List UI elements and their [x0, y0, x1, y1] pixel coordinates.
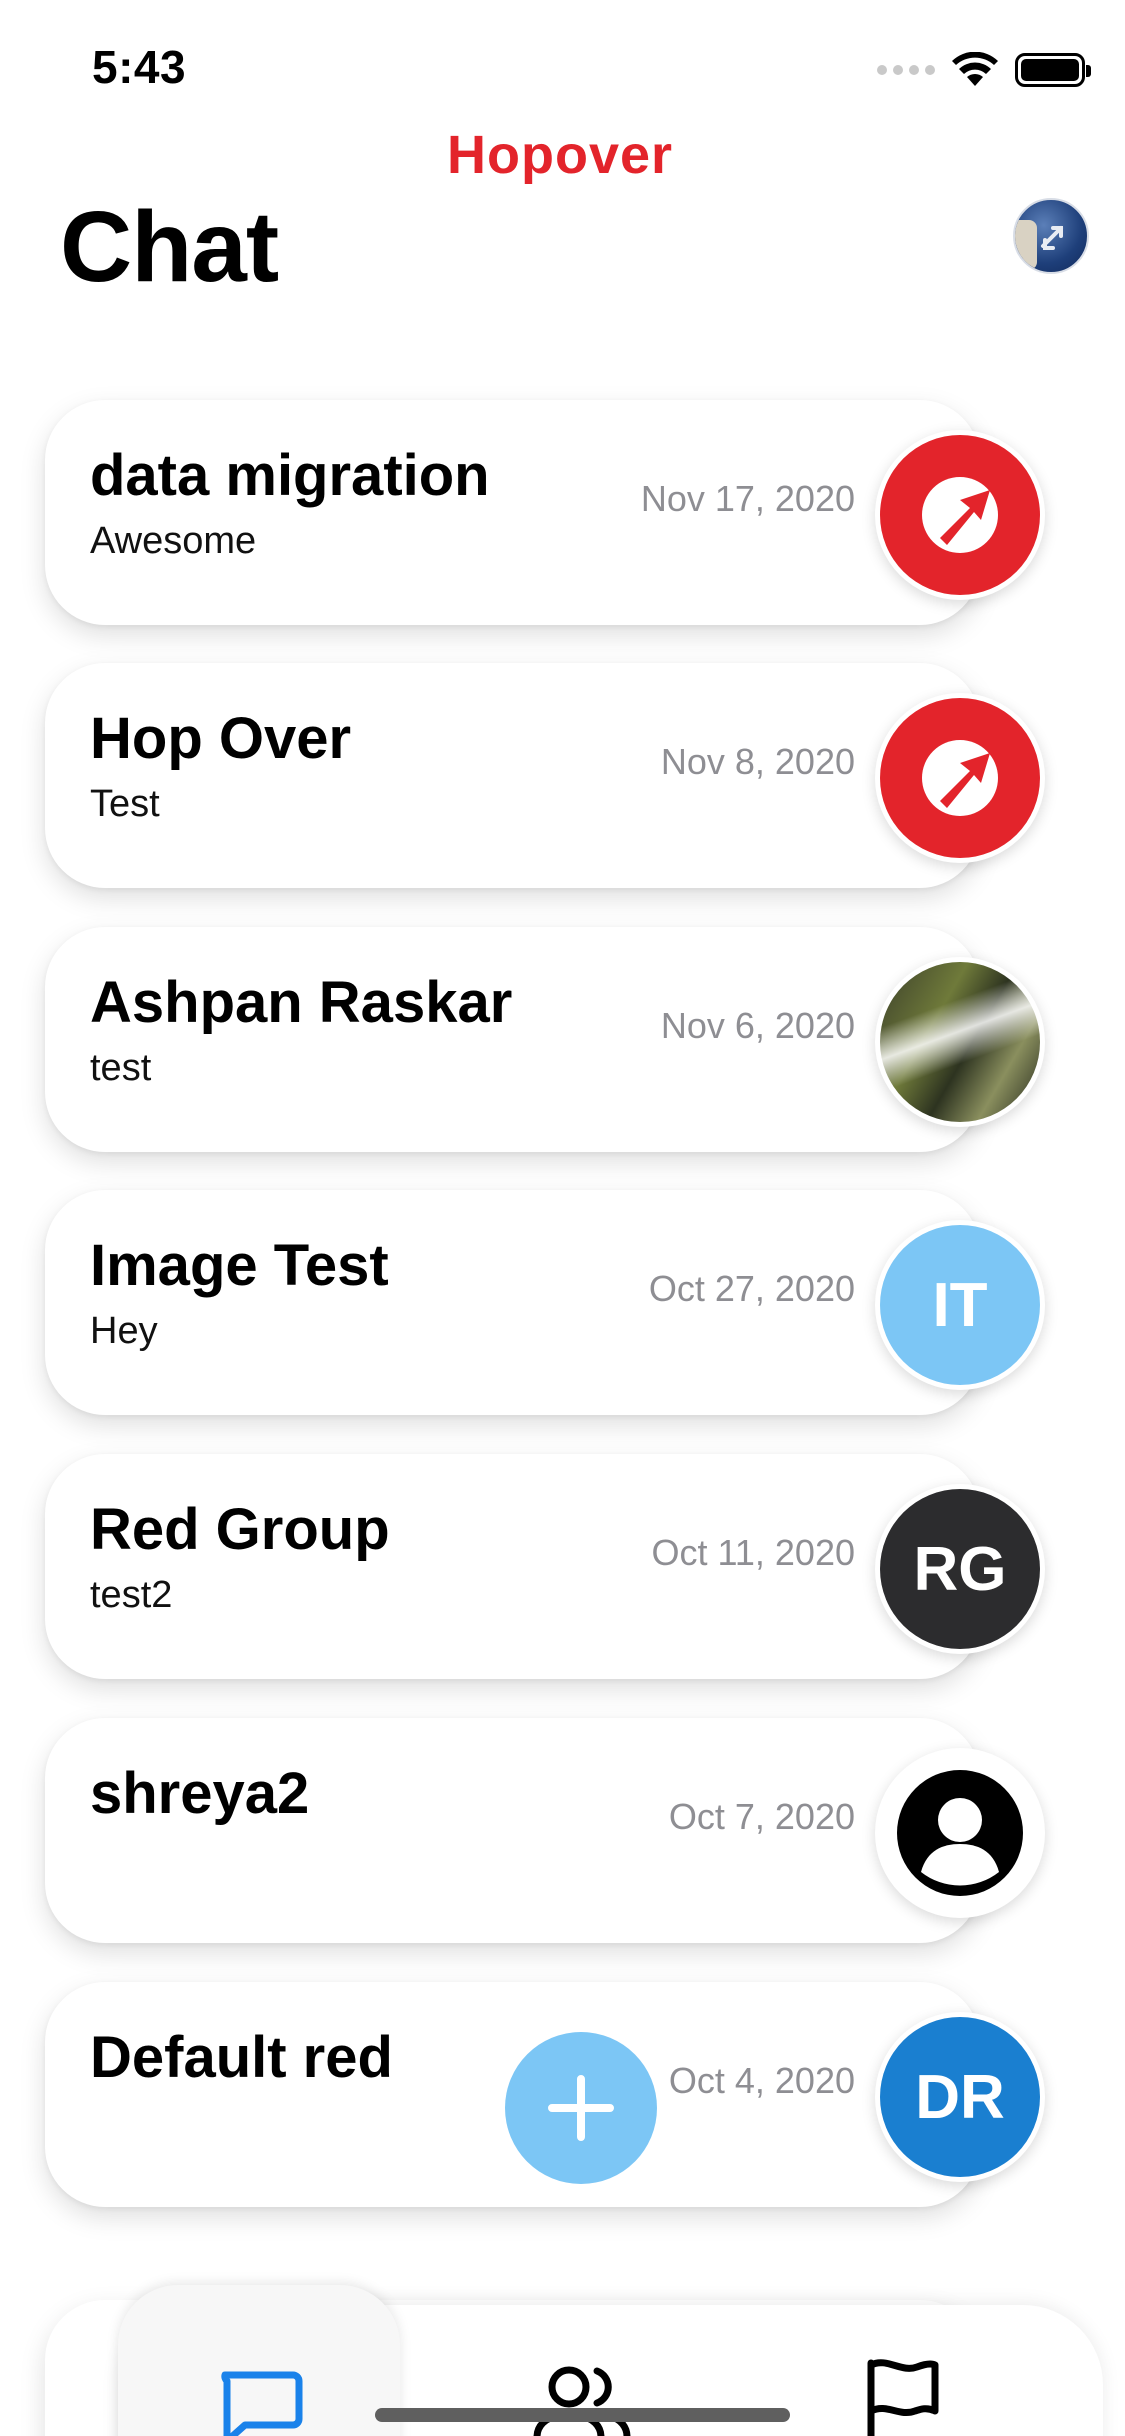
chat-avatar[interactable]: IT — [875, 1220, 1045, 1390]
chat-title: Red Group — [90, 1497, 390, 1562]
profile-avatar[interactable] — [1013, 198, 1089, 274]
chat-date: Oct 7, 2020 — [668, 1796, 855, 1837]
chat-row[interactable]: data migration Awesome Nov 17, 2020 — [45, 400, 1045, 625]
hopover-logo: Hopover — [447, 124, 673, 186]
chat-title: data migration — [90, 443, 490, 508]
chat-preview: Awesome — [90, 520, 257, 562]
chat-row[interactable]: Red Group test2 Oct 11, 2020 RG — [45, 1454, 1045, 1679]
tab-people[interactable] — [522, 2350, 642, 2436]
chat-title: Ashpan Raskar — [90, 970, 513, 1035]
chat-avatar[interactable] — [875, 693, 1045, 863]
avatar-initials: IT — [880, 1225, 1040, 1385]
plus-icon — [548, 2075, 614, 2141]
wifi-icon — [952, 52, 998, 86]
tab-chats[interactable] — [199, 2350, 319, 2436]
chat-row[interactable]: Image Test Hey Oct 27, 2020 IT — [45, 1190, 1045, 1415]
chat-row[interactable]: shreya2 Oct 7, 2020 — [45, 1718, 1045, 1943]
chat-avatar[interactable] — [875, 430, 1045, 600]
chat-avatar[interactable]: RG — [875, 1484, 1045, 1654]
users-icon — [533, 2366, 631, 2436]
battery-icon — [1015, 53, 1091, 87]
chat-card[interactable]: shreya2 Oct 7, 2020 — [45, 1718, 980, 1943]
flag-icon — [867, 2359, 939, 2436]
status-icons — [877, 50, 1091, 90]
chat-screen: 5:43 Hopover Chat data migration Awesome… — [0, 0, 1125, 2436]
status-time: 5:43 — [92, 41, 187, 93]
chat-title: shreya2 — [90, 1761, 310, 1826]
chat-preview: Test — [90, 783, 160, 825]
chat-title: Image Test — [90, 1233, 389, 1298]
chat-preview: Hey — [90, 1310, 158, 1352]
chat-title: Hop Over — [90, 706, 352, 771]
waterfall-photo — [880, 962, 1040, 1122]
hopover-logo-icon — [922, 477, 998, 553]
avatar-initials: DR — [880, 2017, 1040, 2177]
chat-row[interactable]: Ashpan Raskar test Nov 6, 2020 — [45, 927, 1045, 1152]
profile-image-icon — [1041, 226, 1063, 250]
chat-card[interactable]: data migration Awesome Nov 17, 2020 — [45, 400, 980, 625]
tab-reports[interactable] — [842, 2350, 962, 2436]
chat-card[interactable]: Ashpan Raskar test Nov 6, 2020 — [45, 927, 980, 1152]
chat-bubble-icon — [221, 2371, 303, 2436]
page-title: Chat — [60, 191, 279, 303]
person-icon — [897, 1770, 1023, 1896]
avatar-initials: RG — [880, 1489, 1040, 1649]
chat-date: Oct 4, 2020 — [668, 2060, 855, 2101]
chat-row[interactable]: Hop Over Test Nov 8, 2020 — [45, 663, 1045, 888]
chat-card[interactable]: Image Test Hey Oct 27, 2020 — [45, 1190, 980, 1415]
chat-preview: test — [90, 1047, 152, 1089]
new-chat-button[interactable] — [505, 2032, 657, 2184]
chat-date: Oct 27, 2020 — [648, 1268, 855, 1309]
chat-avatar[interactable] — [875, 1748, 1045, 1918]
chat-preview: test2 — [90, 1574, 173, 1616]
chat-avatar[interactable] — [875, 957, 1045, 1127]
chat-date: Nov 6, 2020 — [660, 1005, 855, 1046]
chat-date: Nov 8, 2020 — [660, 741, 855, 782]
chat-avatar[interactable]: DR — [875, 2012, 1045, 2182]
chat-date: Nov 17, 2020 — [640, 478, 855, 519]
chat-date: Oct 11, 2020 — [651, 1532, 855, 1573]
hopover-logo-icon — [922, 740, 998, 816]
cellular-signal-icon — [877, 65, 935, 75]
chat-card[interactable]: Red Group test2 Oct 11, 2020 — [45, 1454, 980, 1679]
chat-card[interactable]: Hop Over Test Nov 8, 2020 — [45, 663, 980, 888]
brand-name: Hopover — [447, 125, 674, 185]
chat-title: Default red — [90, 2025, 393, 2090]
home-indicator — [375, 2408, 790, 2422]
